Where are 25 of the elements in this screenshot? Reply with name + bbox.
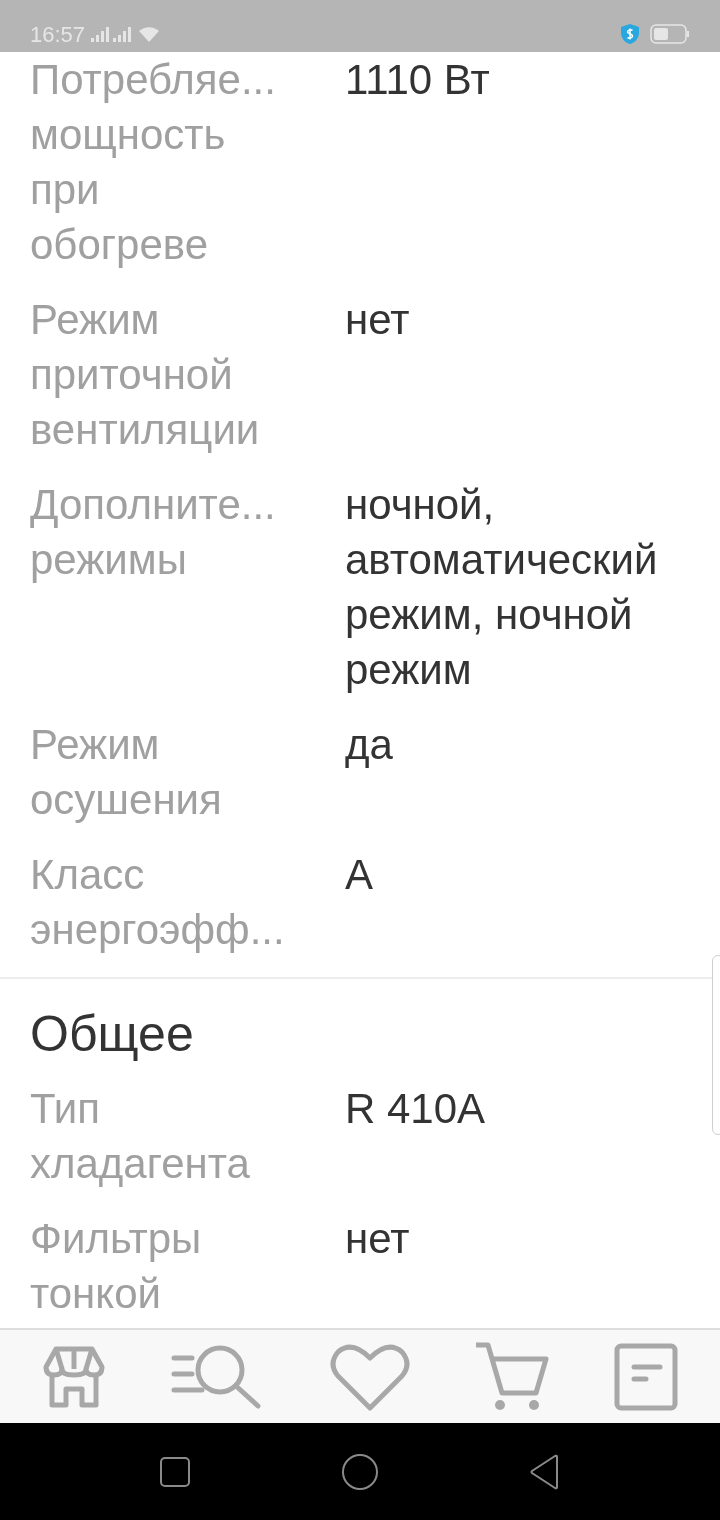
recents-button[interactable] [159,1455,191,1488]
spec-label: Потребляе... мощность при обогреве [30,55,276,270]
spec-value: 1110 Вт [345,55,490,105]
spec-value: нет [345,295,410,345]
spec-label: Класс энергоэфф... [30,850,285,955]
spec-value: да [345,720,393,770]
spec-label: Режим осушения [30,720,222,825]
spec-value: R 410A [345,1084,486,1134]
spec-value: A [345,850,373,900]
store-icon[interactable] [42,1344,106,1409]
wifi-icon [137,25,162,43]
spec-value: ночной, автоматический режим, ночной режим [345,480,658,695]
spec-label: Режим приточной вентиляции [30,295,260,455]
document-icon[interactable] [614,1342,678,1411]
cart-icon[interactable] [474,1340,550,1413]
spec-label: Дополните... режимы [30,480,276,585]
home-button[interactable] [341,1452,379,1491]
spec-label: Фильтры тонкой [30,1214,202,1319]
signal-icon [91,25,132,43]
section-title: Общее [29,1005,194,1064]
shield-icon [620,23,640,45]
battery-icon [650,24,690,44]
spec-value: нет [345,1214,410,1264]
back-button[interactable] [529,1453,561,1490]
spec-label: Тип хладагента [30,1084,250,1189]
